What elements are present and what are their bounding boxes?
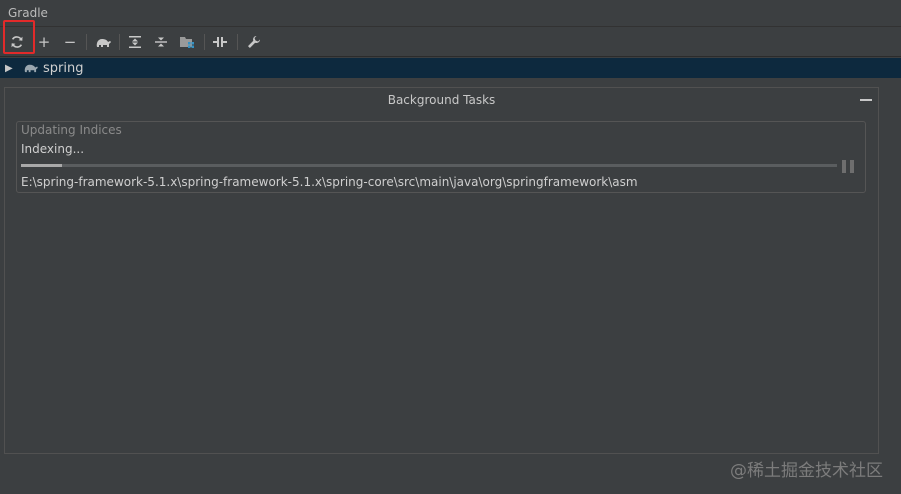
gradle-toolbar: + − <box>0 27 901 57</box>
site-watermark: @稀土掘金技术社区 <box>730 461 883 481</box>
collapse-panel-button[interactable] <box>860 99 872 101</box>
wrench-icon <box>248 36 260 48</box>
toggle-offline-button[interactable] <box>209 31 231 53</box>
task-group: Updating Indices Indexing... E:\spring-f… <box>16 121 866 193</box>
pause-button[interactable] <box>842 160 854 173</box>
folder-grid-icon <box>180 37 194 48</box>
task-current-path: E:\spring-framework-5.1.x\spring-framewo… <box>21 175 638 189</box>
background-tasks-title: Background Tasks <box>387 93 496 107</box>
add-button[interactable]: + <box>33 31 55 53</box>
tool-window-header: Gradle <box>0 0 901 27</box>
tree-row-spring[interactable]: ▶ spring <box>0 58 901 78</box>
expand-all-button[interactable] <box>124 31 146 53</box>
pause-icon-bar <box>850 160 854 173</box>
pause-icon-bar <box>842 160 846 173</box>
execute-task-button[interactable] <box>92 31 114 53</box>
gradle-elephant-icon <box>24 64 38 73</box>
collapse-all-icon <box>155 37 167 47</box>
toolbar-separator <box>86 34 87 50</box>
refresh-button[interactable] <box>6 31 28 53</box>
minus-icon: − <box>63 33 77 51</box>
collapse-all-button[interactable] <box>150 31 172 53</box>
tool-window-title: Gradle <box>8 6 48 20</box>
refresh-icon <box>11 36 23 48</box>
toolbar-separator <box>204 34 205 50</box>
toolbar-separator <box>119 34 120 50</box>
plus-icon: + <box>37 33 51 51</box>
offline-toggle-icon <box>213 37 227 47</box>
remove-button[interactable]: − <box>59 31 81 53</box>
progress-bar-fill <box>21 164 62 167</box>
background-tasks-panel: Background Tasks Updating Indices Indexi… <box>4 87 879 454</box>
group-modules-button[interactable] <box>176 31 198 53</box>
toolbar-separator <box>237 34 238 50</box>
gradle-settings-button[interactable] <box>243 31 265 53</box>
task-group-title: Updating Indices <box>21 123 122 137</box>
gradle-elephant-icon <box>96 38 111 47</box>
progress-bar <box>21 164 837 167</box>
task-status-text: Indexing... <box>21 142 85 156</box>
expand-arrow-icon[interactable]: ▶ <box>5 63 15 74</box>
expand-all-icon <box>129 36 141 48</box>
tree-item-label: spring <box>43 60 84 76</box>
